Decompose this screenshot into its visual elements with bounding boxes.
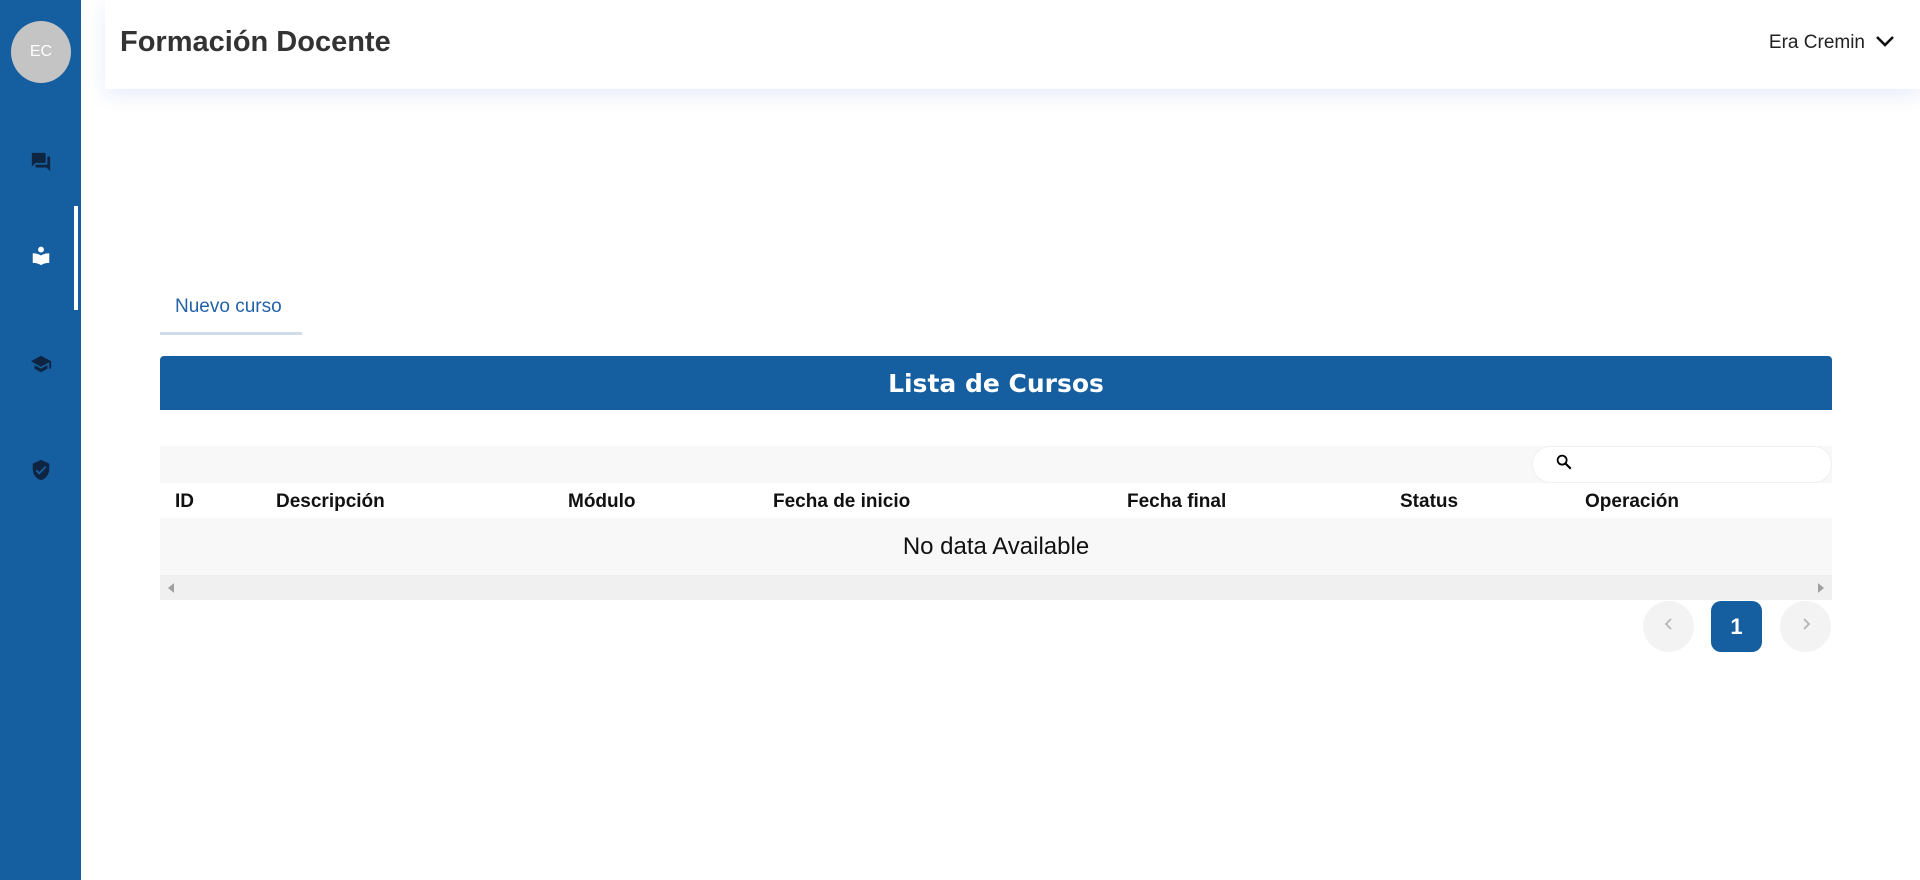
avatar[interactable]: EC xyxy=(11,21,71,83)
chevron-left-icon xyxy=(1662,617,1676,636)
chevron-right-icon xyxy=(1799,617,1813,636)
scroll-left-icon[interactable] xyxy=(168,583,174,593)
forum-icon xyxy=(30,151,52,178)
table-header: ID Descripción Módulo Fecha de inicio Fe… xyxy=(160,483,1832,518)
column-header-status[interactable]: Status xyxy=(1400,491,1458,513)
empty-state-message: No data Available xyxy=(160,518,1832,575)
search-icon xyxy=(1555,453,1573,476)
column-header-fecha-final[interactable]: Fecha final xyxy=(1127,491,1226,513)
horizontal-scrollbar[interactable] xyxy=(160,575,1832,600)
search-box xyxy=(1532,446,1832,483)
chevron-down-icon xyxy=(1875,32,1895,54)
book-reader-icon xyxy=(30,245,52,272)
sidebar-item-security[interactable] xyxy=(0,420,81,524)
column-header-modulo[interactable]: Módulo xyxy=(568,491,636,513)
column-header-id[interactable]: ID xyxy=(175,491,194,513)
user-name: Era Cremin xyxy=(1768,32,1865,53)
table-toolbar xyxy=(160,446,1832,483)
table-title: Lista de Cursos xyxy=(160,356,1832,410)
sidebar-item-education[interactable] xyxy=(0,314,81,418)
top-header: Formación Docente Era Cremin xyxy=(105,0,1920,89)
sidebar-item-forum[interactable] xyxy=(0,112,81,216)
page-title: Formación Docente xyxy=(120,26,391,58)
column-header-fecha-inicio[interactable]: Fecha de inicio xyxy=(773,491,910,513)
graduation-cap-icon xyxy=(30,353,52,380)
sidebar-item-teaching[interactable] xyxy=(0,206,81,310)
search-input[interactable] xyxy=(1585,455,1825,474)
sidebar: EC xyxy=(0,0,81,880)
tab-nuevo-curso[interactable]: Nuevo curso xyxy=(160,288,302,335)
page-button-current[interactable]: 1 xyxy=(1711,601,1762,652)
column-header-descripcion[interactable]: Descripción xyxy=(276,491,385,513)
avatar-initials: EC xyxy=(29,43,53,60)
next-page-button[interactable] xyxy=(1780,601,1831,652)
shield-check-icon xyxy=(30,459,52,486)
scroll-right-icon[interactable] xyxy=(1818,583,1824,593)
previous-page-button[interactable] xyxy=(1643,601,1694,652)
user-menu[interactable]: Era Cremin xyxy=(1769,32,1895,54)
column-header-operacion[interactable]: Operación xyxy=(1585,491,1679,513)
